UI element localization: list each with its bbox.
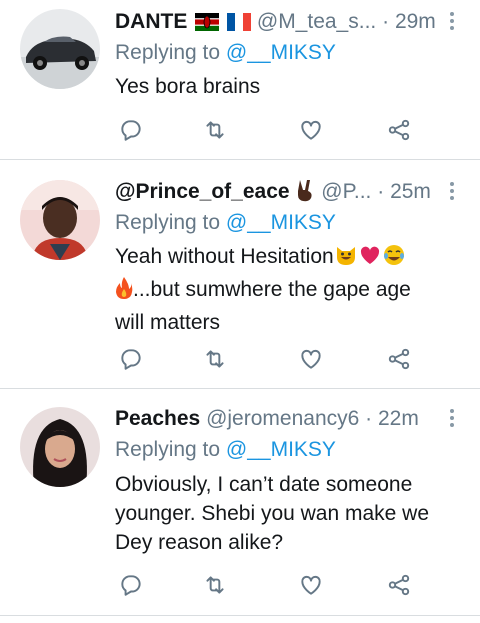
tweet-text-line: ...but sumwhere the gape age	[115, 275, 445, 308]
tweet-text-line: Yes bora brains	[115, 75, 261, 98]
timestamp[interactable]: 29m	[395, 10, 436, 33]
mention-link[interactable]: @__MIKSY	[226, 438, 336, 461]
tweet-actions	[0, 344, 480, 374]
victory-hand-icon	[295, 178, 315, 206]
tweet-text: Obviously, I can’t date someone younger.…	[115, 470, 445, 557]
more-icon[interactable]	[444, 182, 460, 206]
separator-dot: ·	[365, 407, 373, 430]
retweet-icon[interactable]	[200, 570, 230, 600]
tweet[interactable]: Peaches @jeromenancy6 · 22m Replying to …	[0, 390, 480, 616]
like-icon[interactable]	[296, 570, 326, 600]
tweet-text: Yeah without Hesitation ...but sumwhere …	[115, 242, 445, 337]
separator-dot: ·	[382, 10, 390, 33]
tweet-text-line: Dey reason alike?	[115, 531, 284, 554]
separator-dot: ·	[377, 180, 385, 203]
share-icon[interactable]	[384, 344, 414, 374]
replying-to-label: Replying to	[115, 41, 226, 64]
tweet-actions	[0, 115, 480, 145]
red-heart-icon	[358, 243, 382, 275]
reply-icon[interactable]	[116, 344, 146, 374]
tears-of-joy-icon	[382, 243, 406, 275]
avatar[interactable]	[20, 180, 100, 260]
retweet-icon[interactable]	[200, 344, 230, 374]
tweet-header: @Prince_of_eace @P... · 25m	[115, 178, 442, 206]
tweet-text-fragment: Yeah without Hesitation	[115, 245, 334, 268]
share-icon[interactable]	[384, 570, 414, 600]
more-icon[interactable]	[444, 12, 460, 36]
replying-to-label: Replying to	[115, 438, 226, 461]
retweet-icon[interactable]	[200, 115, 230, 145]
user-handle[interactable]: @M_tea_s...	[257, 10, 376, 33]
tweet[interactable]: DANTE @M_tea_s... · 29m Replying to @__M…	[0, 0, 480, 160]
timestamp[interactable]: 25m	[390, 180, 431, 203]
like-icon[interactable]	[296, 115, 326, 145]
kenya-flag-icon	[195, 11, 220, 36]
avatar[interactable]	[20, 9, 100, 89]
tweet-text: Yes bora brains	[115, 72, 445, 101]
fire-icon	[115, 276, 133, 308]
display-name[interactable]: @Prince_of_eace	[115, 180, 290, 203]
more-icon[interactable]	[444, 409, 460, 433]
grinning-cat-icon	[334, 243, 358, 275]
user-handle[interactable]: @jeromenancy6	[206, 407, 359, 430]
mention-link[interactable]: @__MIKSY	[226, 41, 336, 64]
display-name[interactable]: DANTE	[115, 10, 187, 33]
tweet-text-line: Yeah without Hesitation	[115, 242, 445, 275]
replying-to: Replying to @__MIKSY	[115, 209, 336, 237]
avatar[interactable]	[20, 407, 100, 487]
user-handle[interactable]: @P...	[321, 180, 371, 203]
mention-link[interactable]: @__MIKSY	[226, 211, 336, 234]
tweet[interactable]: @Prince_of_eace @P... · 25m Replying to …	[0, 161, 480, 389]
tweet-text-fragment: ...but sumwhere the gape age	[133, 278, 411, 301]
timestamp[interactable]: 22m	[378, 407, 419, 430]
replying-to: Replying to @__MIKSY	[115, 39, 336, 67]
tweet-text-line: Obviously, I can’t date someone	[115, 473, 413, 496]
tweet-text-line: will matters	[115, 311, 221, 334]
tweet-text-line: younger. Shebi you wan make we	[115, 502, 430, 525]
tweet-actions	[0, 570, 480, 600]
reply-icon[interactable]	[116, 115, 146, 145]
like-icon[interactable]	[296, 344, 326, 374]
tweet-header: Peaches @jeromenancy6 · 22m	[115, 405, 442, 433]
tweet-header: DANTE @M_tea_s... · 29m	[115, 8, 442, 36]
reply-icon[interactable]	[116, 570, 146, 600]
replying-to: Replying to @__MIKSY	[115, 436, 336, 464]
share-icon[interactable]	[384, 115, 414, 145]
france-flag-icon	[227, 11, 252, 36]
display-name[interactable]: Peaches	[115, 407, 200, 430]
replying-to-label: Replying to	[115, 211, 226, 234]
